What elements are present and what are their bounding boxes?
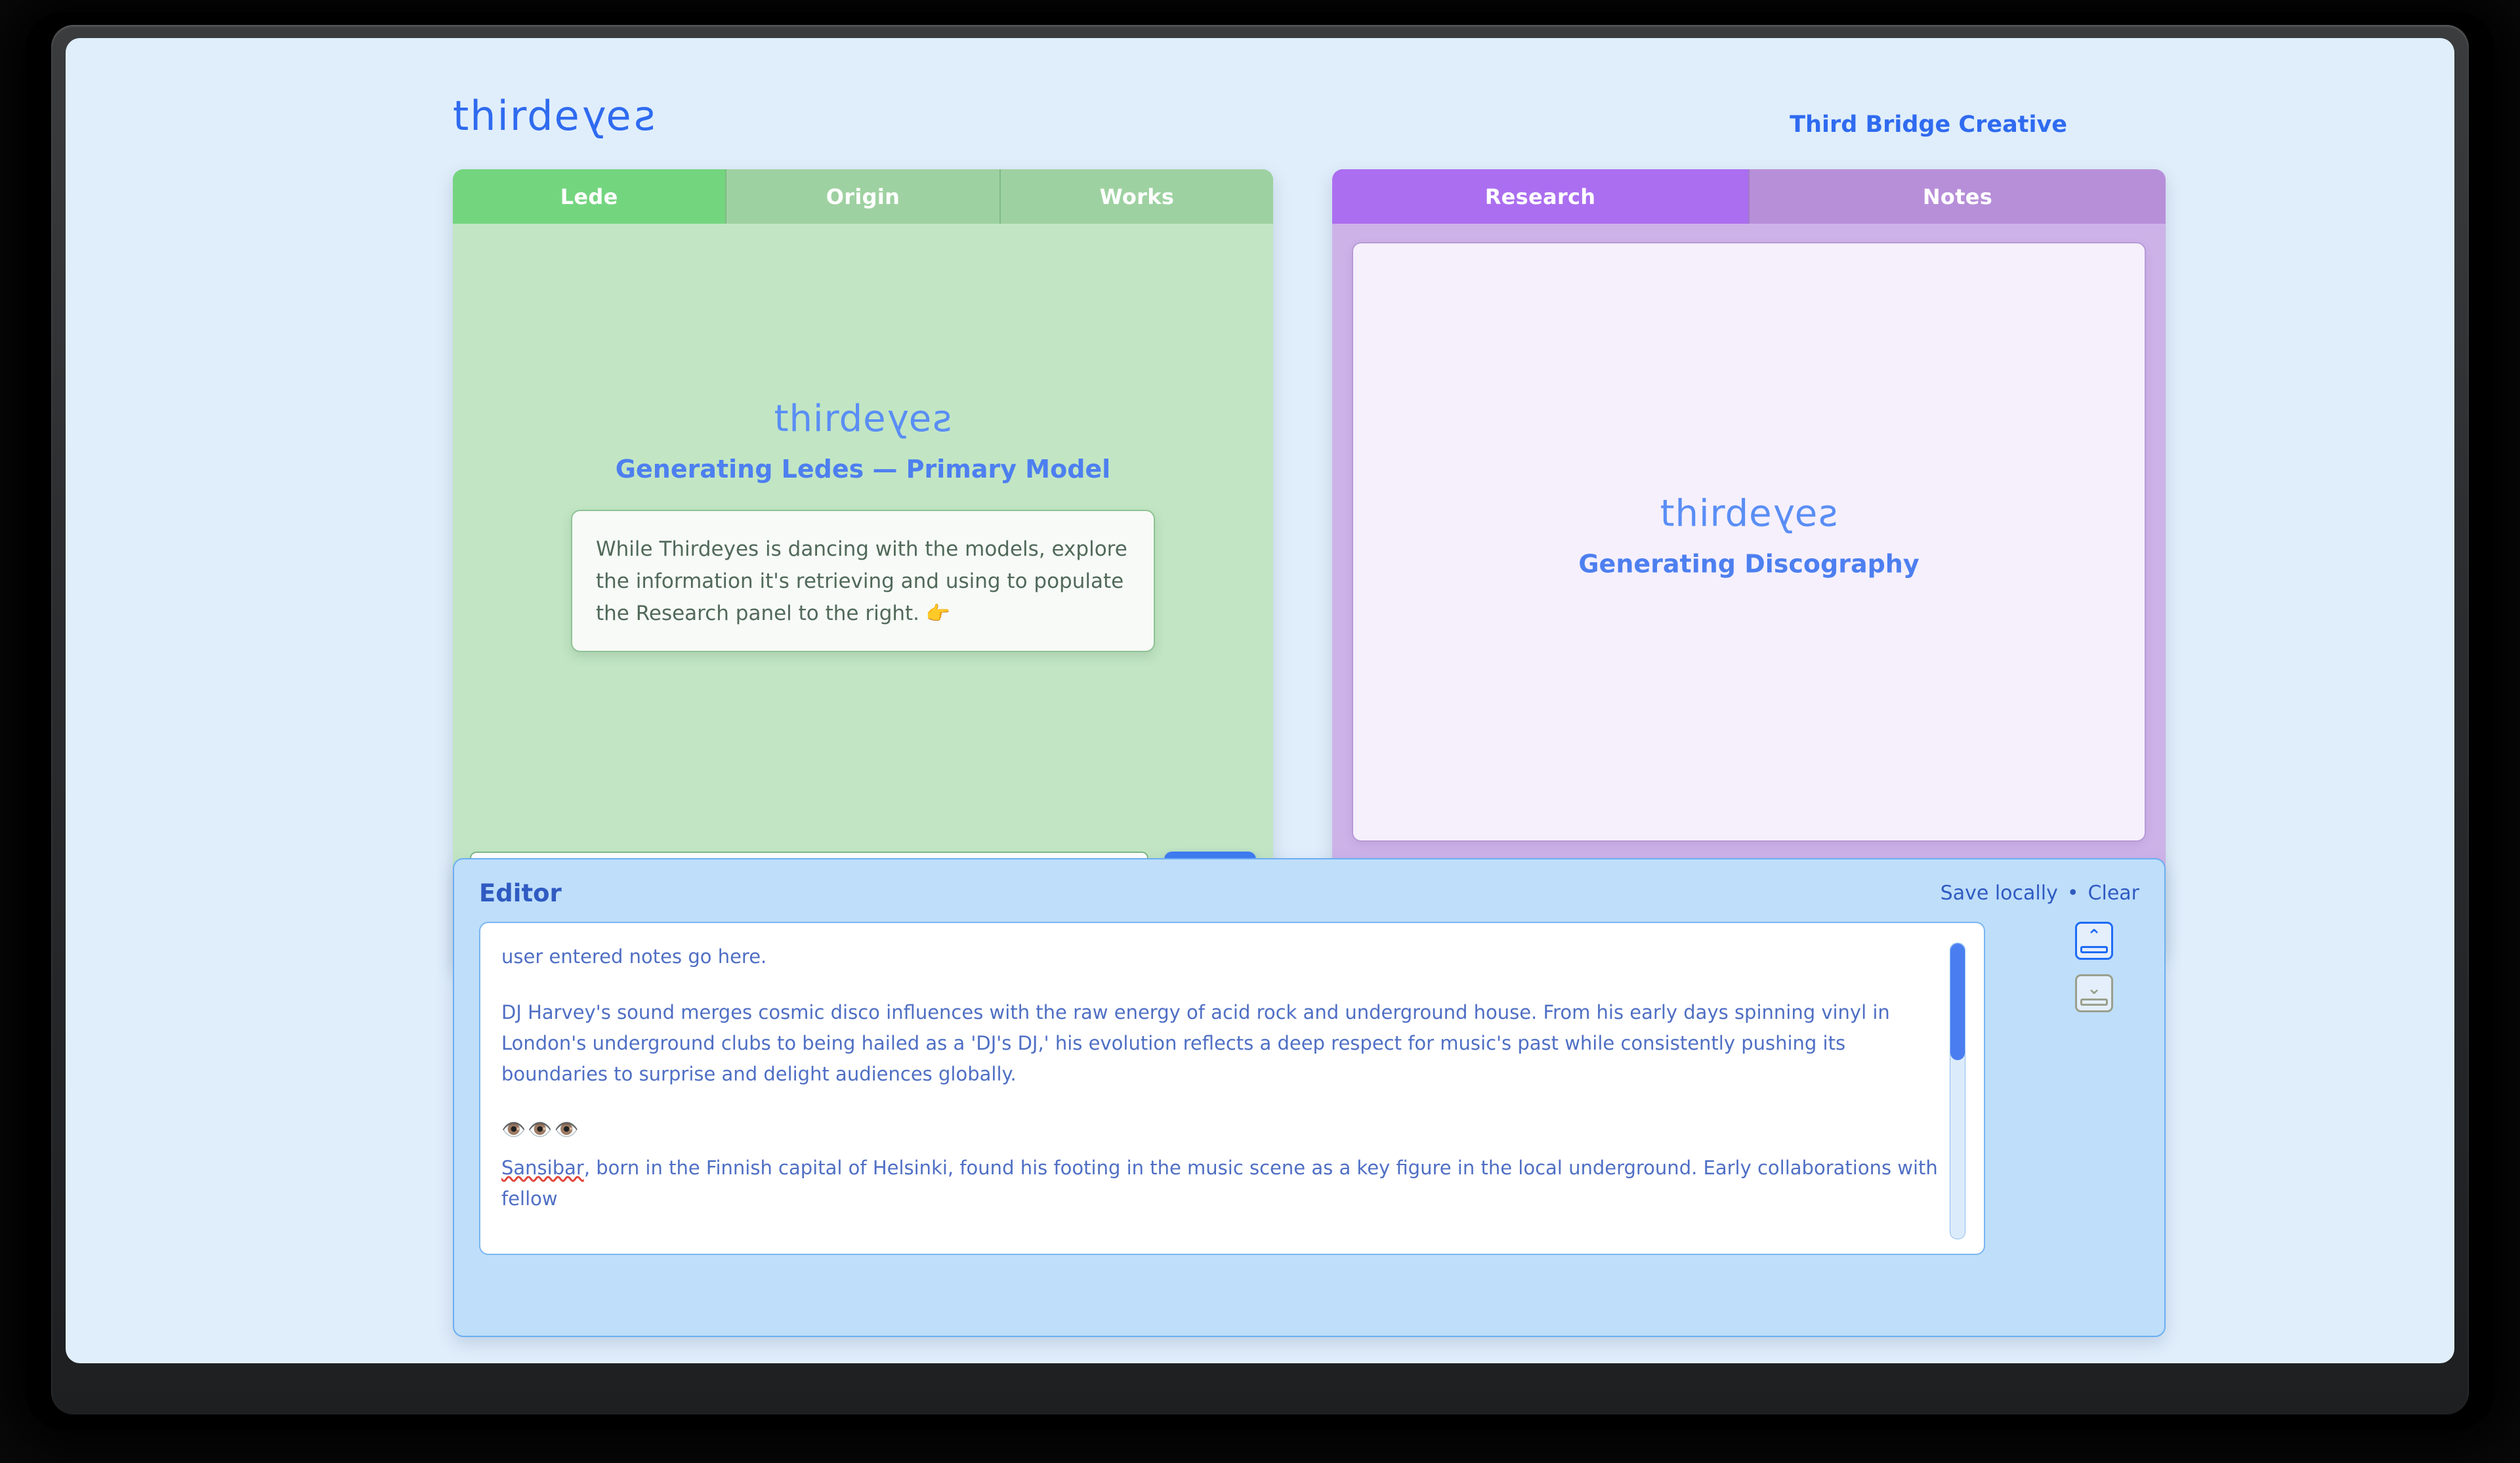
tip-card: While Thirdeyes is dancing with the mode…	[571, 510, 1155, 652]
app-screen: thirdeyes Third Bridge Creative Lede Ori…	[66, 38, 2454, 1363]
three-eyes-icon: 👁️👁️👁️	[501, 1118, 581, 1142]
lede-tabbar: Lede Origin Works	[453, 169, 1273, 224]
research-canvas: thirdeyes Generating Discography	[1352, 242, 2146, 842]
panel-edge-line	[2080, 946, 2108, 953]
lede-status-text: Generating Ledes — Primary Model	[615, 455, 1111, 484]
org-name: Third Bridge Creative	[1790, 112, 2067, 138]
editor-side-buttons: ⌃ ⌄	[2075, 922, 2114, 1027]
panel-edge-line	[2080, 999, 2108, 1006]
tip-text: While Thirdeyes is dancing with the mode…	[596, 537, 1127, 625]
editor-paragraph-2: DJ Harvey's sound merges cosmic disco in…	[501, 1000, 1890, 1085]
collapse-up-button[interactable]: ⌃	[2075, 922, 2113, 960]
research-panel: Research Notes thirdeyes Generating Disc…	[1332, 169, 2166, 957]
brand-logo[interactable]: thirdeyes	[453, 92, 655, 140]
lede-status-block: thirdeyes Generating Ledes — Primary Mod…	[453, 398, 1273, 652]
editor-actions: Save locally • Clear	[1941, 882, 2139, 905]
editor-header: Editor Save locally • Clear	[454, 859, 2164, 922]
tab-origin[interactable]: Origin	[726, 169, 1001, 224]
chevron-up-icon: ⌃	[2087, 926, 2101, 946]
misspelled-word: Sansibar	[501, 1157, 584, 1180]
pointing-right-icon: 👉	[925, 602, 951, 625]
lede-panel: Lede Origin Works thirdeyes Generating L…	[453, 169, 1273, 970]
save-locally-link[interactable]: Save locally	[1941, 882, 2058, 905]
lede-logo: thirdeyes	[774, 398, 952, 440]
research-status-text: Generating Discography	[1578, 549, 1920, 579]
editor-paragraph-3: Sansibar, born in the Finnish capital of…	[501, 1153, 1955, 1214]
research-status-block: thirdeyes Generating Discography	[1353, 492, 2145, 579]
editor-textarea[interactable]: user entered notes go here. DJ Harvey's …	[479, 922, 1985, 1255]
chevron-down-icon: ⌄	[2087, 979, 2101, 999]
editor-title: Editor	[479, 879, 562, 907]
tab-lede[interactable]: Lede	[453, 169, 727, 224]
editor-paragraph-1: user entered notes go here.	[501, 945, 767, 968]
tab-notes[interactable]: Notes	[1750, 169, 2166, 224]
tab-works[interactable]: Works	[1000, 169, 1273, 224]
research-tabbar: Research Notes	[1332, 169, 2166, 224]
lede-body: thirdeyes Generating Ledes — Primary Mod…	[453, 224, 1273, 929]
editor-area-wrap: user entered notes go here. DJ Harvey's …	[479, 922, 2139, 1255]
tab-research[interactable]: Research	[1332, 169, 1750, 224]
clear-link[interactable]: Clear	[2088, 882, 2139, 905]
editor-paragraph-3-rest: , born in the Finnish capital of Helsink…	[501, 1157, 1938, 1210]
editor-scrollbar-thumb[interactable]	[1950, 943, 1965, 1060]
editor-panel: Editor Save locally • Clear user entered n…	[453, 858, 2166, 1337]
research-body: thirdeyes Generating Discography Discogr…	[1332, 224, 2166, 957]
research-logo: thirdeyes	[1660, 492, 1838, 535]
editor-scrollbar[interactable]	[1950, 943, 1965, 1239]
app-header: thirdeyes Third Bridge Creative	[66, 38, 2454, 143]
expand-down-button[interactable]: ⌄	[2075, 974, 2113, 1012]
action-separator: •	[2067, 882, 2079, 905]
